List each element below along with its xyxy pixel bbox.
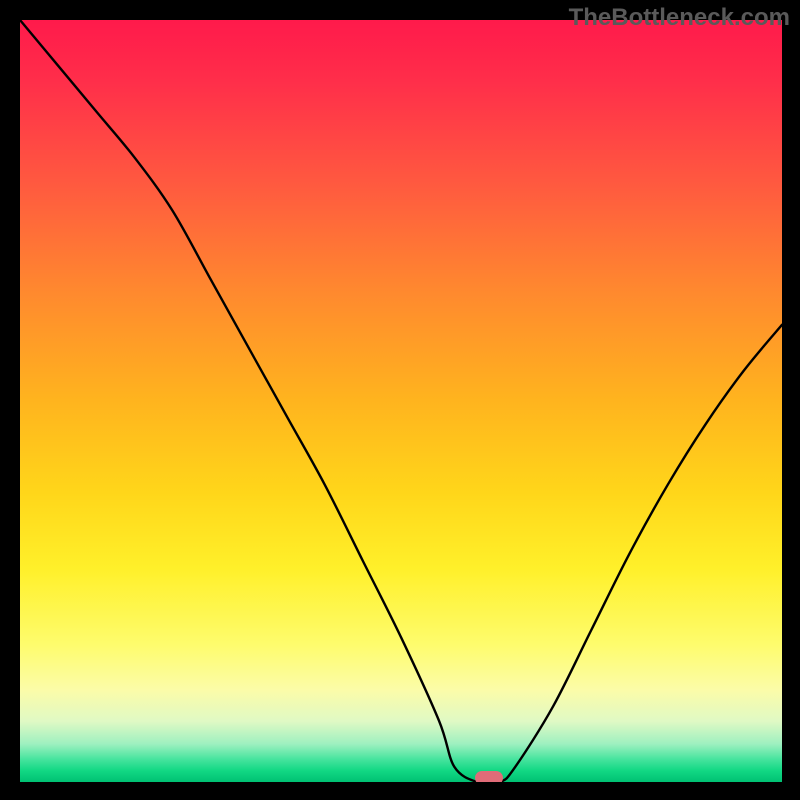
plot-area — [20, 20, 782, 782]
bottleneck-curve — [20, 20, 782, 782]
chart-frame: TheBottleneck.com — [0, 0, 800, 800]
optimal-marker — [475, 771, 503, 782]
watermark-text: TheBottleneck.com — [569, 4, 790, 32]
curve-path — [20, 20, 782, 782]
